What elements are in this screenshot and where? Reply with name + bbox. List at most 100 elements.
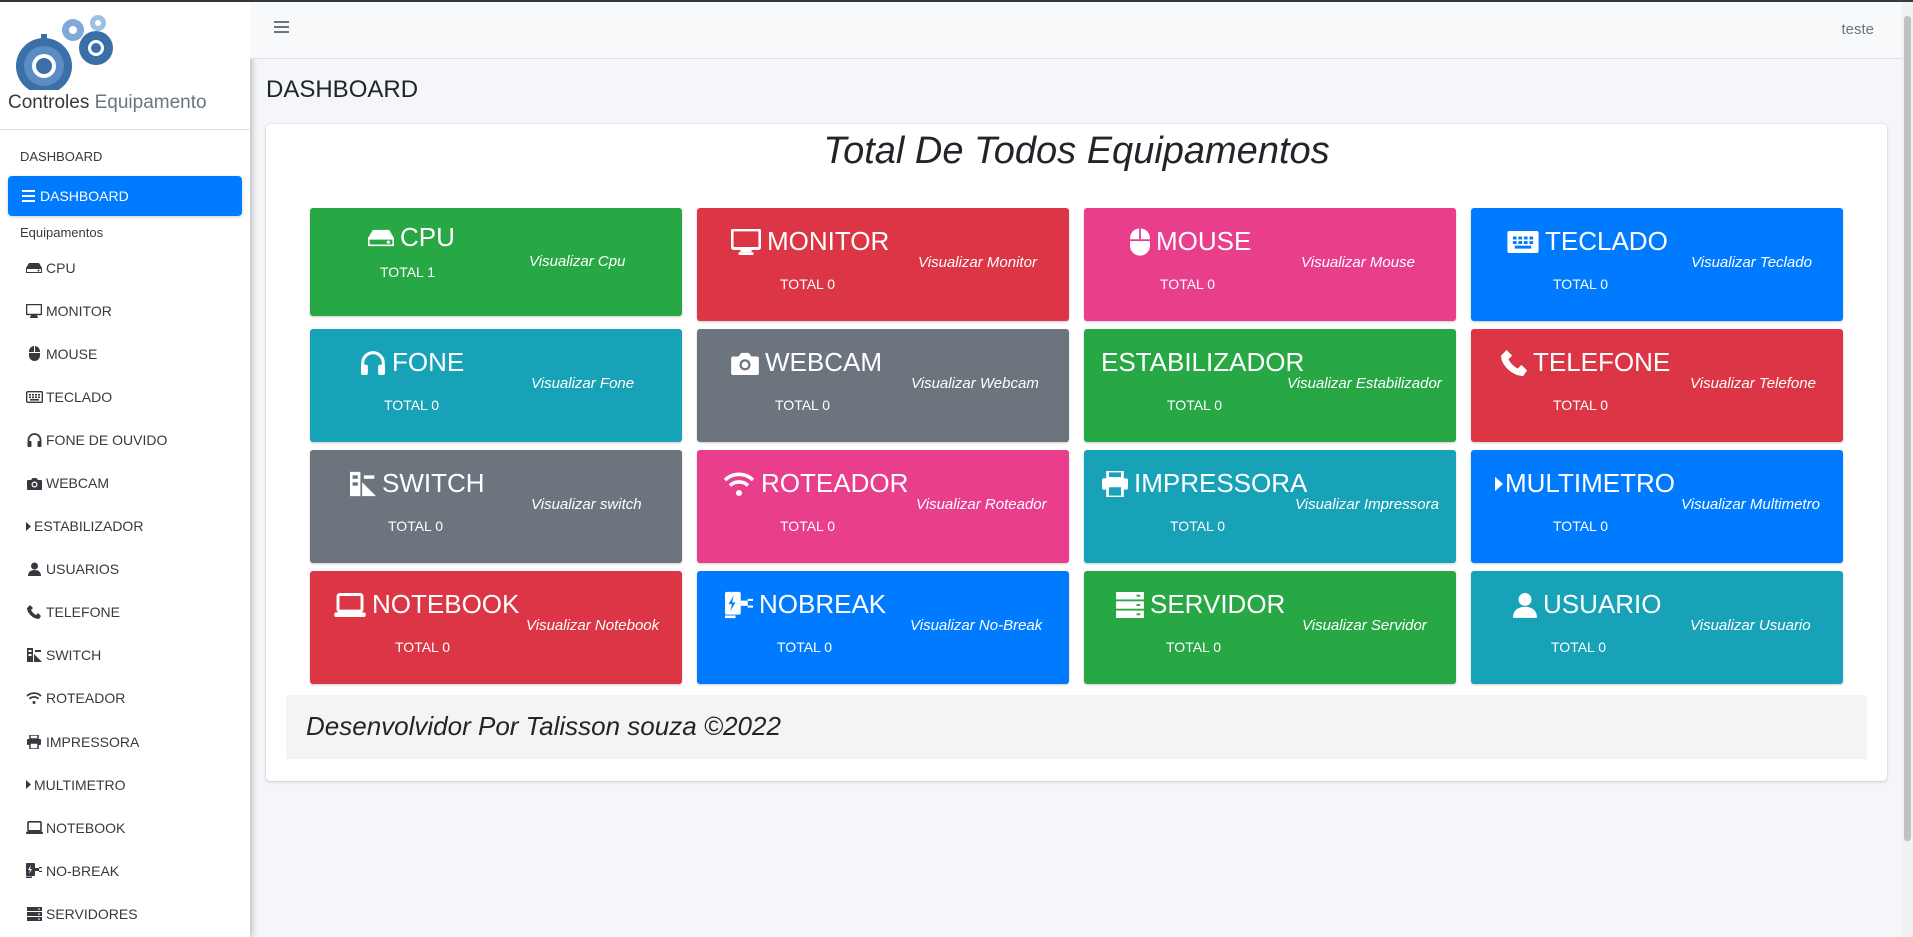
tile-view-link[interactable]: Visualizar Telefone (1690, 375, 1816, 392)
sidebar-item-no-break[interactable]: NO-BREAK (0, 849, 250, 892)
sidebar-item-label: DASHBOARD (40, 188, 129, 204)
tile-header: NOBREAK (725, 589, 886, 620)
tile-view-link[interactable]: Visualizar Mouse (1301, 254, 1415, 271)
sidebar-item-label: SWITCH (46, 647, 102, 664)
sidebar-item-label: MULTIMETRO (34, 776, 126, 793)
keyboard-icon (1507, 230, 1539, 253)
tile-roteador[interactable]: ROTEADOR TOTAL 0 Visualizar Roteador (697, 450, 1069, 563)
tile-title: ESTABILIZADOR (1101, 347, 1305, 377)
phone-icon (24, 605, 44, 620)
tile-teclado[interactable]: TECLADO TOTAL 0 Visualizar Teclado (1471, 208, 1843, 321)
tile-header: SERVIDOR (1116, 589, 1285, 620)
sidebar-item-estabilizador[interactable]: ESTABILIZADOR (0, 505, 250, 548)
tile-title: WEBCAM (765, 347, 882, 377)
sidebar-item-monitor[interactable]: MONITOR (0, 289, 250, 332)
tile-title: MONITOR (767, 226, 890, 256)
sidebar-item-mouse[interactable]: MOUSE (0, 332, 250, 375)
printer-icon (1102, 470, 1128, 497)
tile-view-link[interactable]: Visualizar Notebook (526, 617, 659, 634)
tile-webcam[interactable]: WEBCAM TOTAL 0 Visualizar Webcam (697, 329, 1069, 442)
brand-name-dark: Controles (8, 92, 90, 113)
keyboard-icon (24, 390, 44, 403)
tile-mouse[interactable]: MOUSE TOTAL 0 Visualizar Mouse (1084, 208, 1456, 321)
brand[interactable]: Controles Equipamento (0, 2, 250, 130)
sidebar-item-fone-de-ouvido[interactable]: FONE DE OUVIDO (0, 418, 250, 461)
tile-cpu[interactable]: CPU TOTAL 1 Visualizar Cpu (310, 208, 682, 316)
footer-text: Desenvolvidor Por Talisson souza ©2022 (306, 711, 781, 741)
tile-total: TOTAL 0 (775, 397, 830, 413)
sidebar-item-label: TECLADO (46, 388, 113, 405)
tile-fone[interactable]: FONE TOTAL 0 Visualizar Fone (310, 329, 682, 442)
switch-icon (24, 648, 44, 663)
hdd-icon (24, 262, 44, 274)
tile-view-link[interactable]: Visualizar Cpu (529, 253, 625, 270)
switch-icon (350, 471, 376, 497)
tile-view-link[interactable]: Visualizar Servidor (1302, 617, 1427, 634)
wifi-icon (723, 472, 755, 496)
sidebar-item-label: TELEFONE (46, 604, 120, 621)
brand-name: Controles Equipamento (8, 92, 207, 114)
sidebar-item-notebook[interactable]: NOTEBOOK (0, 806, 250, 849)
tile-header: SWITCH (350, 468, 485, 499)
sidebar-item-telefone[interactable]: TELEFONE (0, 591, 250, 634)
tile-notebook[interactable]: NOTEBOOK TOTAL 0 Visualizar Notebook (310, 571, 682, 684)
tile-nobreak[interactable]: NOBREAK TOTAL 0 Visualizar No-Break (697, 571, 1069, 684)
sidebar-item-label: USUARIOS (46, 561, 120, 578)
user-menu[interactable]: teste (1841, 21, 1874, 38)
tile-view-link[interactable]: Visualizar Fone (531, 375, 634, 392)
tile-header: USUARIO (1513, 589, 1661, 620)
tile-view-link[interactable]: Visualizar switch (531, 496, 642, 513)
sidebar-item-multimetro[interactable]: MULTIMETRO (0, 763, 250, 806)
sidebar-item-label: SERVIDORES (46, 905, 138, 922)
hamburger-icon[interactable] (274, 21, 289, 35)
tile-view-link[interactable]: Visualizar Teclado (1691, 254, 1812, 271)
tile-usuario[interactable]: USUARIO TOTAL 0 Visualizar Usuario (1471, 571, 1843, 684)
tile-title: FONE (392, 347, 465, 377)
sidebar-item-usuarios[interactable]: USUARIOS (0, 548, 250, 591)
tile-total: TOTAL 0 (1170, 518, 1225, 534)
sidebar-item-label: FONE DE OUVIDO (46, 431, 168, 448)
sidebar-item-impressora[interactable]: IMPRESSORA (0, 720, 250, 763)
sidebar-item-label: NO-BREAK (46, 862, 120, 879)
tile-header: ROTEADOR (723, 468, 908, 499)
sidebar-item-servidores[interactable]: SERVIDORES (0, 892, 250, 935)
tile-total: TOTAL 1 (380, 264, 435, 280)
tile-view-link[interactable]: Visualizar Multimetro (1681, 496, 1820, 513)
tile-multimetro[interactable]: MULTIMETRO TOTAL 0 Visualizar Multimetro (1471, 450, 1843, 563)
scrollbar-thumb[interactable] (1904, 16, 1911, 841)
sidebar-item-roteador[interactable]: ROTEADOR (0, 677, 250, 720)
camera-icon (24, 477, 44, 490)
sidebar-item-cpu[interactable]: CPU (0, 246, 250, 289)
sidebar-item-webcam[interactable]: WEBCAM (0, 461, 250, 504)
gears-logo (16, 15, 113, 90)
tile-monitor[interactable]: MONITOR TOTAL 0 Visualizar Monitor (697, 208, 1069, 321)
tile-view-link[interactable]: Visualizar Estabilizador (1287, 375, 1442, 392)
nav-header-equipamentos: Equipamentos (20, 225, 104, 240)
bars-icon (22, 190, 35, 202)
sidebar-item-switch[interactable]: SWITCH (0, 634, 250, 677)
tile-title: IMPRESSORA (1134, 468, 1308, 498)
sidebar-item-label: NOTEBOOK (46, 819, 126, 836)
tile-servidor[interactable]: SERVIDOR TOTAL 0 Visualizar Servidor (1084, 571, 1456, 684)
mouse-icon (24, 346, 44, 362)
tile-total: TOTAL 0 (1167, 397, 1222, 413)
tile-telefone[interactable]: TELEFONE TOTAL 0 Visualizar Telefone (1471, 329, 1843, 442)
tile-impressora[interactable]: IMPRESSORA TOTAL 0 Visualizar Impressora (1084, 450, 1456, 563)
tile-view-link[interactable]: Visualizar Impressora (1295, 496, 1439, 513)
tile-total: TOTAL 0 (1160, 276, 1215, 292)
tile-estabilizador[interactable]: ESTABILIZADOR TOTAL 0 Visualizar Estabil… (1084, 329, 1456, 442)
tile-switch[interactable]: SWITCH TOTAL 0 Visualizar switch (310, 450, 682, 563)
tile-view-link[interactable]: Visualizar Roteador (916, 496, 1047, 513)
tile-view-link[interactable]: Visualizar Monitor (918, 254, 1037, 271)
tile-view-link[interactable]: Visualizar No-Break (910, 617, 1042, 634)
tile-total: TOTAL 0 (388, 518, 443, 534)
tile-title: SERVIDOR (1150, 589, 1286, 619)
tile-view-link[interactable]: Visualizar Usuario (1690, 617, 1811, 634)
sidebar-item-dashboard[interactable]: DASHBOARD (8, 176, 242, 216)
phone-icon (1501, 349, 1527, 376)
sidebar-item-teclado[interactable]: TECLADO (0, 375, 250, 418)
tile-title: TELEFONE (1533, 347, 1671, 377)
page-scrollbar[interactable] (1902, 2, 1913, 937)
tile-view-link[interactable]: Visualizar Webcam (911, 375, 1039, 392)
user-icon (1513, 592, 1537, 618)
